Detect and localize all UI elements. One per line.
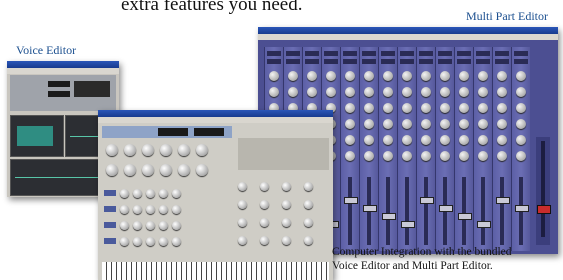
knob bbox=[282, 182, 291, 191]
menubar bbox=[258, 34, 558, 40]
knob bbox=[146, 221, 155, 230]
knob bbox=[142, 144, 154, 156]
knob bbox=[172, 221, 181, 230]
row-label-swatch bbox=[104, 206, 116, 212]
headline: extra features you need. bbox=[121, 0, 303, 15]
knob bbox=[106, 144, 118, 156]
knob bbox=[196, 164, 208, 176]
knob bbox=[172, 189, 181, 198]
knob bbox=[146, 237, 155, 246]
knob bbox=[120, 205, 129, 214]
keyboard bbox=[102, 262, 329, 280]
knob bbox=[160, 164, 172, 176]
knob bbox=[260, 218, 269, 227]
knob bbox=[106, 164, 118, 176]
knob bbox=[282, 236, 291, 245]
knob bbox=[159, 205, 168, 214]
master-fader bbox=[536, 137, 551, 245]
mixer-strip bbox=[454, 47, 473, 251]
row-label-swatch bbox=[104, 238, 116, 244]
titlebar bbox=[7, 61, 119, 68]
caption-line-1: Computer Integration with the bundled bbox=[332, 246, 512, 258]
knob bbox=[304, 200, 313, 209]
knob bbox=[238, 218, 247, 227]
mixer-strip bbox=[473, 47, 492, 251]
knob bbox=[133, 189, 142, 198]
caption: Computer Integration with the bundled Vo… bbox=[332, 245, 512, 273]
knob bbox=[238, 182, 247, 191]
multi-part-editor-label: Multi Part Editor bbox=[466, 9, 548, 23]
mixer-strip bbox=[359, 47, 378, 251]
knob bbox=[282, 218, 291, 227]
knob bbox=[304, 218, 313, 227]
knob bbox=[304, 182, 313, 191]
mixer-strip bbox=[378, 47, 397, 251]
mixer-strip bbox=[435, 47, 454, 251]
knob bbox=[178, 144, 190, 156]
mixer-strip bbox=[340, 47, 359, 251]
voice-editor-label: Voice Editor bbox=[16, 43, 77, 57]
mixer-strip bbox=[511, 47, 530, 251]
knob bbox=[124, 144, 136, 156]
knob bbox=[124, 164, 136, 176]
knob bbox=[172, 237, 181, 246]
knob bbox=[146, 205, 155, 214]
knob bbox=[260, 236, 269, 245]
caption-line-2: Voice Editor and Multi Part Editor. bbox=[332, 260, 493, 272]
knob bbox=[238, 200, 247, 209]
titlebar bbox=[98, 110, 333, 117]
knob bbox=[160, 144, 172, 156]
knob bbox=[142, 164, 154, 176]
knob bbox=[120, 189, 129, 198]
menubar bbox=[7, 68, 119, 74]
knob bbox=[146, 189, 155, 198]
knob bbox=[238, 236, 247, 245]
mixer-strip bbox=[397, 47, 416, 251]
voice-panel bbox=[10, 75, 116, 111]
menubar bbox=[98, 117, 333, 123]
mixer-strip bbox=[492, 47, 511, 251]
knob bbox=[120, 237, 129, 246]
titlebar bbox=[258, 27, 558, 34]
knob bbox=[133, 221, 142, 230]
knob bbox=[159, 189, 168, 198]
knob bbox=[120, 221, 129, 230]
envelope-display bbox=[10, 115, 64, 157]
knob bbox=[260, 200, 269, 209]
knob bbox=[172, 205, 181, 214]
voice-parameter-screenshot bbox=[98, 110, 333, 280]
side-panel bbox=[238, 138, 329, 170]
knob bbox=[159, 237, 168, 246]
knob bbox=[159, 221, 168, 230]
knob bbox=[133, 205, 142, 214]
row-label-swatch bbox=[104, 190, 116, 196]
knob bbox=[133, 237, 142, 246]
knob bbox=[178, 164, 190, 176]
knob bbox=[304, 236, 313, 245]
mixer-strip bbox=[416, 47, 435, 251]
knob bbox=[196, 144, 208, 156]
knob bbox=[282, 200, 291, 209]
knob bbox=[260, 182, 269, 191]
row-label-swatch bbox=[104, 222, 116, 228]
